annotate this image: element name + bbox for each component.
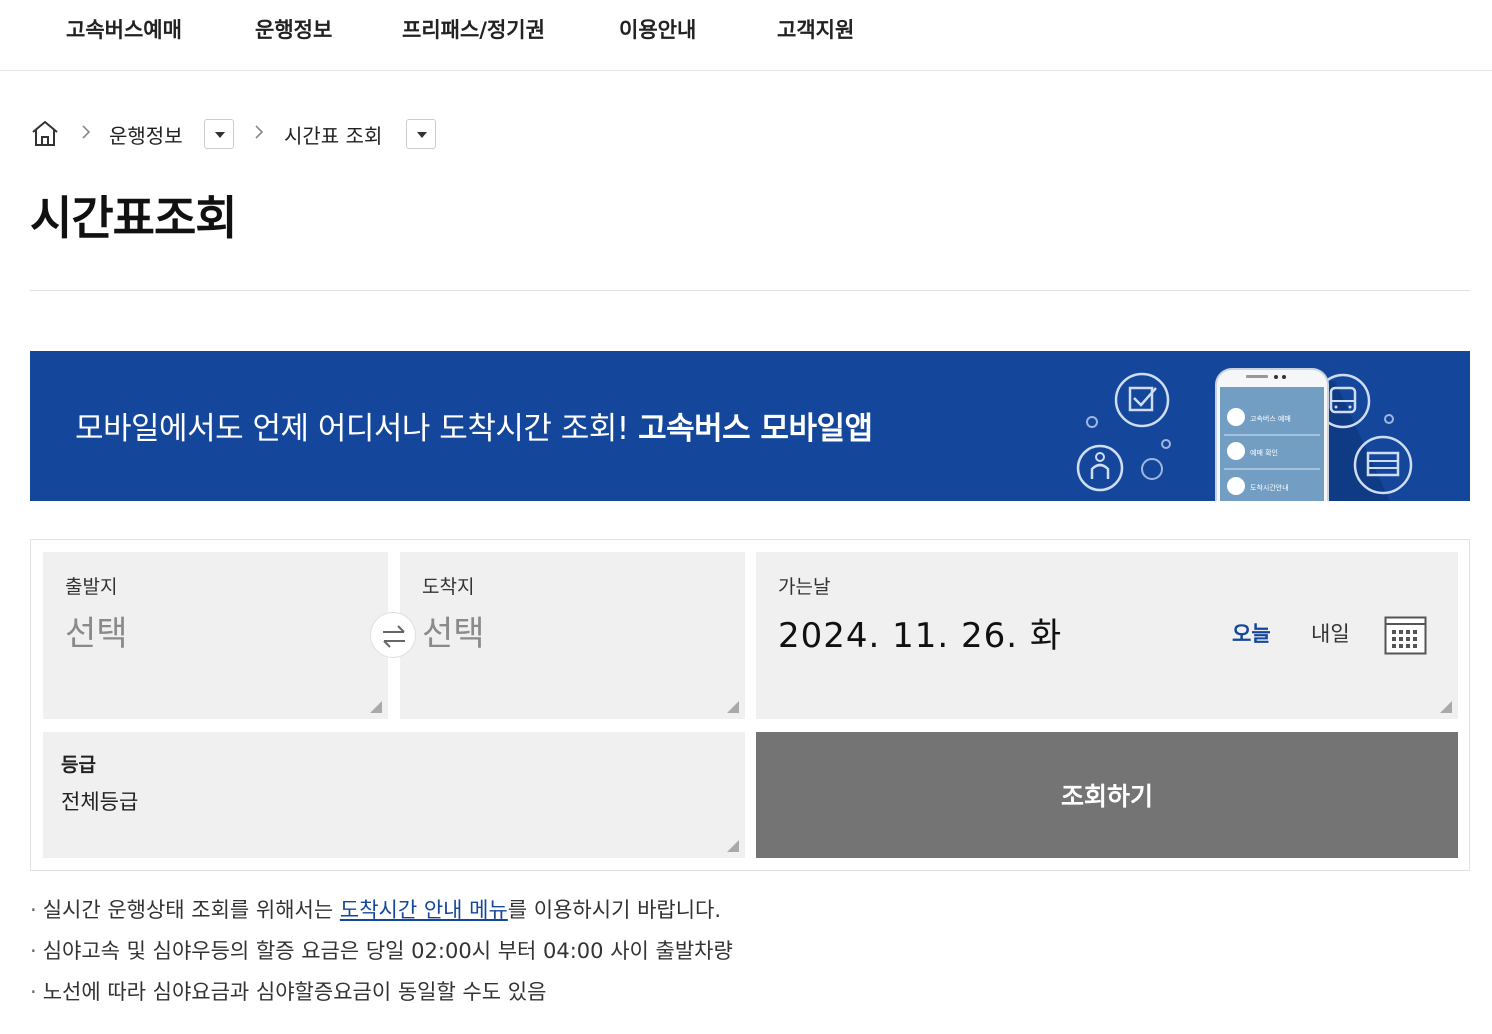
calendar-icon[interactable] <box>1384 616 1427 655</box>
arrival-time-menu-link[interactable]: 도착시간 안내 메뉴 <box>340 898 508 922</box>
breadcrumb: 운행정보 시간표 조회 <box>30 116 630 152</box>
today-button[interactable]: 오늘 <box>1232 618 1271 648</box>
departure-value: 선택 <box>65 614 128 654</box>
chevron-right-icon <box>253 124 265 140</box>
notice-item: · 실시간 운행상태 조회를 위해서는 도착시간 안내 메뉴를 이용하시기 바랍니… <box>30 898 722 922</box>
mobile-app-illustration: 고속버스 예매 예매 확인 도착시간안내 <box>1076 368 1413 501</box>
grade-value: 전체등급 <box>61 790 139 814</box>
date-label: 가는날 <box>778 576 831 598</box>
arrival-value: 선택 <box>422 614 485 654</box>
banner-highlight: 고속버스 모바일앱 <box>638 411 873 447</box>
banner-text: 모바일에서도 언제 어디서나 도착시간 조회! 고속버스 모바일앱 <box>75 411 873 447</box>
departure-field[interactable]: 출발지 선택 <box>43 552 388 719</box>
chevron-right-icon <box>80 124 92 140</box>
search-button[interactable]: 조회하기 <box>756 732 1458 858</box>
date-value: 2024. 11. 26. 화 <box>778 616 1063 656</box>
breadcrumb-dropdown-1[interactable] <box>204 119 234 149</box>
corner-indicator <box>370 701 382 713</box>
departure-label: 출발지 <box>65 576 118 598</box>
corner-indicator <box>727 701 739 713</box>
timetable-search-form: 출발지 선택 도착지 선택 가는날 2024. 11. 26. 화 오늘 내일 <box>30 539 1470 871</box>
breadcrumb-operation-info[interactable]: 운행정보 <box>109 120 183 149</box>
corner-indicator <box>727 840 739 852</box>
tomorrow-button[interactable]: 내일 <box>1311 618 1350 648</box>
page-title: 시간표조회 <box>30 191 238 245</box>
svg-text:예매 확인: 예매 확인 <box>1250 448 1278 457</box>
breadcrumb-dropdown-2[interactable] <box>406 119 436 149</box>
grade-field[interactable]: 등급 전체등급 <box>43 732 745 858</box>
swap-button[interactable] <box>370 612 416 658</box>
person-icon <box>1076 444 1124 492</box>
arrival-label: 도착지 <box>422 576 475 598</box>
home-icon[interactable] <box>30 118 60 148</box>
smartphone-icon: 고속버스 예매 예매 확인 도착시간안내 <box>1215 368 1329 501</box>
grade-label: 등급 <box>61 754 96 776</box>
svg-text:고속버스 예매: 고속버스 예매 <box>1250 414 1291 423</box>
arrival-field[interactable]: 도착지 선택 <box>400 552 745 719</box>
nav-item-freepass[interactable]: 프리패스/정기권 <box>402 14 545 44</box>
breadcrumb-timetable[interactable]: 시간표 조회 <box>284 120 382 149</box>
corner-indicator <box>1440 701 1452 713</box>
notice-item: · 노선에 따라 심야요금과 심야할증요금이 동일할 수도 있음 <box>30 980 547 1004</box>
swap-arrows-icon <box>383 625 405 648</box>
check-icon <box>1114 372 1170 428</box>
nav-item-usage-guide[interactable]: 이용안내 <box>619 14 696 44</box>
date-field[interactable]: 가는날 2024. 11. 26. 화 오늘 내일 <box>756 552 1458 719</box>
nav-item-operation-info[interactable]: 운행정보 <box>255 14 332 44</box>
svg-text:도착시간안내: 도착시간안내 <box>1250 483 1289 492</box>
mobile-app-banner[interactable]: 모바일에서도 언제 어디서나 도착시간 조회! 고속버스 모바일앱 고속버스 예… <box>30 351 1470 501</box>
divider <box>30 290 1470 291</box>
nav-item-customer-support[interactable]: 고객지원 <box>777 14 854 44</box>
top-navigation: 고속버스예매 운행정보 프리패스/정기권 이용안내 고객지원 <box>0 0 1492 71</box>
notice-item: · 심야고속 및 심야우등의 할증 요금은 당일 02:00시 부터 04:00 … <box>30 939 733 963</box>
nav-item-express-booking[interactable]: 고속버스예매 <box>66 14 182 44</box>
